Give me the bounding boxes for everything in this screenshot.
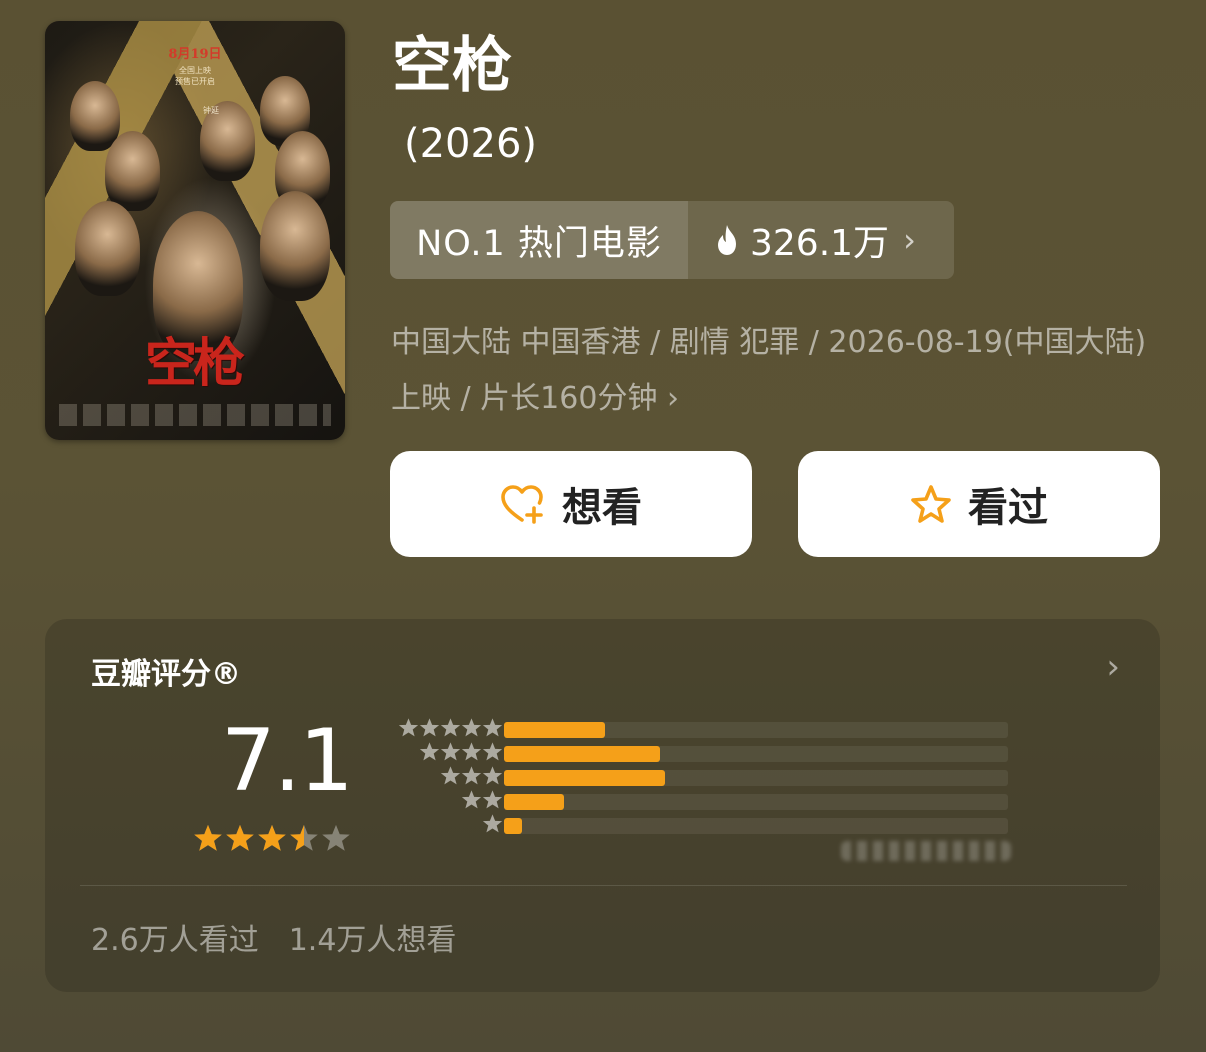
star-icon [461,718,482,737]
star-icon [482,742,503,761]
star-icon [440,718,461,737]
star-icon [482,766,503,785]
poster-credit-name: 钟延 [203,106,219,115]
distribution-track [504,746,1008,762]
rank-label: NO.1 热门电影 [390,201,688,279]
poster-figure [260,191,330,301]
star-icon [482,718,503,737]
distribution-bar [504,794,564,810]
row-stars [398,717,503,738]
star-icon [461,766,482,785]
star-icon [911,485,951,523]
distribution-track [504,794,1008,810]
watched-button[interactable]: 看过 [798,451,1160,557]
star-icon [440,766,461,785]
star-icon [461,790,482,809]
poster-release-line3: 预售已开启 [175,77,215,86]
chevron-right-icon: › [667,381,679,416]
star-icon [461,742,482,761]
heart-plus-icon [501,485,543,524]
star-icon [226,824,254,851]
star-icon [440,742,461,761]
distribution-row [384,789,1024,813]
rating-label: 豆瓣评分® [91,657,241,692]
distribution-row [384,741,1024,765]
blurred-text [841,841,1011,861]
movie-meta-text: 中国大陆 中国香港 / 剧情 犯罪 / 2026-08-19(中国大陆) 上映 … [391,325,1147,416]
rating-stars [193,823,351,853]
star-icon [419,718,440,737]
star-icon [258,824,286,851]
distribution-row [384,813,1024,837]
distribution-track [504,818,1008,834]
distribution-bar [504,746,660,762]
movie-year: (2026) [404,121,538,167]
distribution-bar [504,818,522,834]
flame-icon [718,225,736,255]
movie-poster[interactable]: 8月19日 全国上映 预售已开启 空枪 钟延 [45,21,345,440]
distribution-track [504,770,1008,786]
seen-count: 2.6万人看过 [91,923,259,958]
heat-value: 326.1万 [750,223,890,264]
chevron-right-icon[interactable]: › [1106,647,1120,687]
star-icon [482,814,503,833]
distribution-bar [504,770,665,786]
star-icon [322,824,350,851]
row-stars [482,813,503,834]
row-stars [419,741,503,762]
poster-release-line2: 全国上映 [179,66,211,75]
star-icon [419,742,440,761]
rating-score: 7.1 [221,711,354,811]
movie-meta[interactable]: 中国大陆 中国香港 / 剧情 犯罪 / 2026-08-19(中国大陆) 上映 … [391,315,1151,427]
distribution-row [384,717,1024,741]
rank-banner[interactable]: NO.1 热门电影 326.1万 › [390,201,954,279]
want-to-watch-label: 想看 [562,485,642,531]
poster-release-note: 全国上映 预售已开启 [163,65,227,87]
distribution-row [384,765,1024,789]
chevron-right-icon: › [903,221,916,259]
star-icon [290,824,318,851]
distribution-bar [504,722,605,738]
heat-value-group: 326.1万 › [688,201,954,279]
poster-figure [75,201,140,296]
star-icon [398,718,419,737]
audience-counts: 2.6万人看过 1.4万人想看 [91,915,456,959]
poster-release-date: 8月19日 [168,47,222,62]
row-stars [440,765,503,786]
star-icon [482,790,503,809]
watched-label: 看过 [968,485,1048,531]
want-count: 1.4万人想看 [288,923,457,958]
divider [80,885,1127,886]
star-icon [194,824,222,851]
poster-figure [105,131,160,211]
poster-credits [59,404,331,426]
want-to-watch-button[interactable]: 想看 [390,451,752,557]
row-stars [461,789,503,810]
rating-card[interactable]: 豆瓣评分® › 7.1 2.6万人看过 1.4万人想看 [45,619,1160,992]
distribution-track [504,722,1008,738]
poster-figure [70,81,120,151]
movie-title: 空枪 [392,31,512,101]
poster-title: 空枪 [145,333,245,394]
